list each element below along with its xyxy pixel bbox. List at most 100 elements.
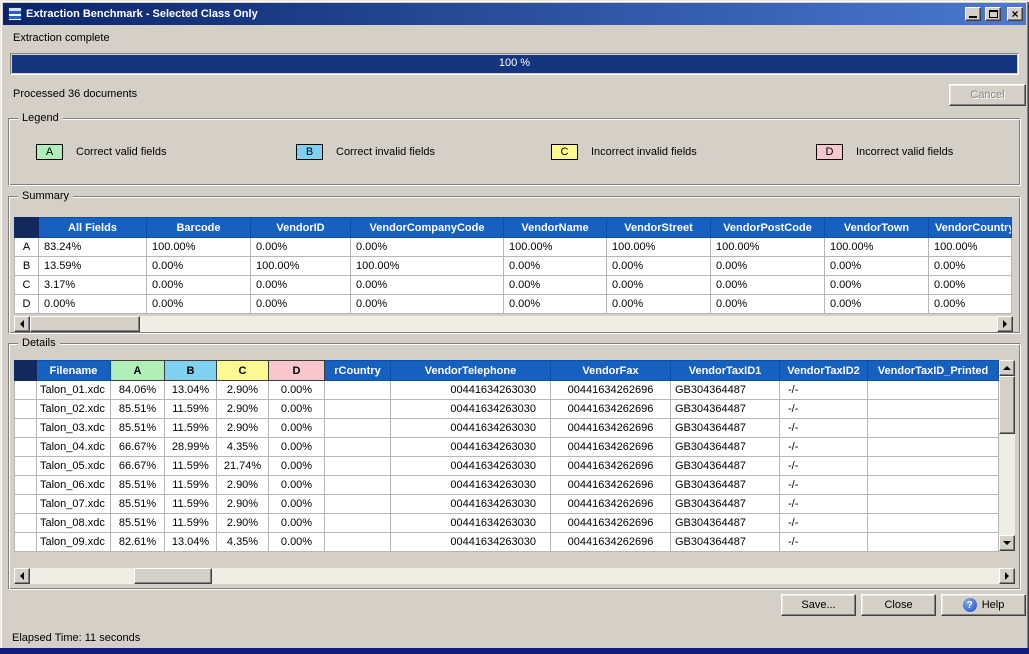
details-row-marker[interactable] [15, 476, 37, 495]
details-cell: 00441634263030 [391, 533, 551, 552]
details-row-8[interactable]: Talon_08.xdc85.51%11.59%2.90%0.00%004416… [15, 514, 999, 533]
details-cell: 28.99% [165, 438, 217, 457]
legend-item-b: B Correct invalid fields [296, 144, 435, 160]
details-column-header-2[interactable]: B [165, 361, 217, 381]
summary-cell: 0.00% [825, 276, 929, 295]
details-cell: 00441634262696 [551, 476, 671, 495]
details-row-1[interactable]: Talon_01.xdc84.06%13.04%2.90%0.00%004416… [15, 381, 999, 400]
help-button[interactable]: Help [941, 594, 1026, 616]
legend-label-d: Incorrect valid fields [856, 146, 953, 158]
details-scroll-right-button[interactable] [999, 568, 1015, 584]
details-cell: Talon_03.xdc [37, 419, 111, 438]
help-button-label: Help [982, 599, 1005, 611]
cancel-button[interactable]: Cancel [949, 84, 1026, 106]
summary-column-header-2[interactable]: VendorID [251, 218, 351, 238]
details-row-marker[interactable] [15, 533, 37, 552]
details-cell: 84.06% [111, 381, 165, 400]
details-column-header-5[interactable]: rCountry [325, 361, 391, 381]
details-column-header-6[interactable]: VendorTelephone [391, 361, 551, 381]
details-cell: -/- [780, 495, 868, 514]
summary-hscrollbar[interactable] [14, 316, 1013, 332]
close-dialog-button[interactable]: Close [861, 594, 936, 616]
summary-cell: 0.00% [351, 238, 504, 257]
details-cell: 85.51% [111, 419, 165, 438]
details-row-marker[interactable] [15, 457, 37, 476]
details-row-marker[interactable] [15, 438, 37, 457]
summary-column-header-0[interactable]: All Fields [39, 218, 147, 238]
summary-scroll-left-button[interactable] [14, 316, 30, 332]
summary-cell: 100.00% [607, 238, 711, 257]
right-arrow-icon [1005, 572, 1013, 580]
summary-column-header-5[interactable]: VendorStreet [607, 218, 711, 238]
details-column-header-7[interactable]: VendorFax [551, 361, 671, 381]
details-vscroll-thumb[interactable] [999, 376, 1015, 434]
app-icon [8, 7, 22, 21]
titlebar[interactable]: Extraction Benchmark - Selected Class On… [3, 3, 1026, 25]
summary-table: All FieldsBarcodeVendorIDVendorCompanyCo… [14, 217, 1012, 314]
details-cell: 304364487 [868, 533, 999, 552]
details-row-marker[interactable] [15, 419, 37, 438]
save-button[interactable]: Save... [781, 594, 856, 616]
details-table: FilenameABCDrCountryVendorTelephoneVendo… [14, 360, 999, 552]
details-row-marker[interactable] [15, 514, 37, 533]
details-cell [325, 476, 391, 495]
summary-column-header-7[interactable]: VendorTown [825, 218, 929, 238]
details-hscrollbar[interactable] [14, 568, 1015, 584]
details-scroll-down-button[interactable] [999, 535, 1015, 551]
details-row-9[interactable]: Talon_09.xdc82.61%13.04%4.35%0.00%004416… [15, 533, 999, 552]
details-row-5[interactable]: Talon_05.xdc66.67%11.59%21.74%0.00%00441… [15, 457, 999, 476]
summary-column-header-1[interactable]: Barcode [147, 218, 251, 238]
details-header-row: FilenameABCDrCountryVendorTelephoneVendo… [15, 361, 999, 381]
summary-cell: 0.00% [711, 276, 825, 295]
details-corner-cell [15, 361, 37, 381]
details-hscroll-thumb[interactable] [134, 568, 212, 584]
details-cell: 00441634263030 [391, 514, 551, 533]
details-cell: 85.51% [111, 514, 165, 533]
details-cell: 304364487 [868, 476, 999, 495]
details-row-marker[interactable] [15, 400, 37, 419]
summary-cell: 0.00% [607, 295, 711, 314]
summary-column-header-4[interactable]: VendorName [504, 218, 607, 238]
details-cell: 00441634262696 [551, 514, 671, 533]
minimize-button[interactable] [965, 7, 981, 21]
maximize-button[interactable] [985, 7, 1001, 21]
details-row-marker[interactable] [15, 381, 37, 400]
details-cell: 2.90% [217, 476, 269, 495]
details-column-header-0[interactable]: Filename [37, 361, 111, 381]
maximize-icon [989, 10, 998, 18]
details-row-marker[interactable] [15, 495, 37, 514]
details-row-2[interactable]: Talon_02.xdc85.51%11.59%2.90%0.00%004416… [15, 400, 999, 419]
details-cell: 00441634262696 [551, 419, 671, 438]
details-column-header-8[interactable]: VendorTaxID1 [671, 361, 780, 381]
close-button[interactable] [1007, 7, 1023, 21]
summary-cell: 0.00% [147, 257, 251, 276]
details-row-3[interactable]: Talon_03.xdc85.51%11.59%2.90%0.00%004416… [15, 419, 999, 438]
summary-column-header-8[interactable]: VendorCountry [929, 218, 1012, 238]
details-column-header-10[interactable]: VendorTaxID_Printed [868, 361, 999, 381]
details-row-7[interactable]: Talon_07.xdc85.51%11.59%2.90%0.00%004416… [15, 495, 999, 514]
details-row-4[interactable]: Talon_04.xdc66.67%28.99%4.35%0.00%004416… [15, 438, 999, 457]
details-column-header-9[interactable]: VendorTaxID2 [780, 361, 868, 381]
details-cell: GB304364487 [671, 476, 780, 495]
details-cell [325, 419, 391, 438]
details-scroll-left-button[interactable] [14, 568, 30, 584]
details-column-header-4[interactable]: D [269, 361, 325, 381]
details-group-title: Details [18, 337, 60, 349]
summary-group: Summary All FieldsBarcodeVendorIDVendorC… [8, 196, 1021, 334]
summary-scroll-right-button[interactable] [997, 316, 1013, 332]
summary-cell: 0.00% [711, 257, 825, 276]
summary-column-header-6[interactable]: VendorPostCode [711, 218, 825, 238]
help-icon [963, 598, 977, 612]
summary-column-header-3[interactable]: VendorCompanyCode [351, 218, 504, 238]
details-column-header-1[interactable]: A [111, 361, 165, 381]
summary-cell: 0.00% [711, 295, 825, 314]
details-cell: 0.00% [269, 476, 325, 495]
summary-cell: 0.00% [251, 295, 351, 314]
details-scroll-up-button[interactable] [999, 360, 1015, 376]
summary-cell: 100.00% [504, 238, 607, 257]
details-vscrollbar[interactable] [999, 360, 1015, 551]
summary-hscroll-thumb[interactable] [30, 316, 140, 332]
details-row-6[interactable]: Talon_06.xdc85.51%11.59%2.90%0.00%004416… [15, 476, 999, 495]
details-cell: 00441634262696 [551, 381, 671, 400]
details-column-header-3[interactable]: C [217, 361, 269, 381]
